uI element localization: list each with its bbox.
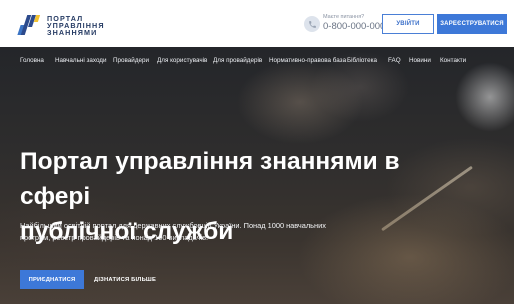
nav-item-for-users[interactable]: Для користувачів bbox=[157, 57, 207, 64]
hero-subtitle-line-2: програм, реєстр провайдерів та понад 100… bbox=[20, 233, 209, 242]
portal-logo-icon bbox=[17, 14, 41, 36]
login-button[interactable]: УВІЙТИ bbox=[382, 14, 434, 34]
register-button[interactable]: ЗАРЕЄСТРУВАТИСЯ bbox=[437, 14, 507, 34]
logo-text: ПОРТАЛ УПРАВЛІННЯ ЗНАННЯМИ bbox=[47, 14, 105, 37]
nav-item-library[interactable]: Бібліотека bbox=[347, 57, 377, 64]
site-header: ПОРТАЛ УПРАВЛІННЯ ЗНАННЯМИ Маєте питання… bbox=[0, 0, 514, 47]
nav-item-faq[interactable]: FAQ bbox=[388, 57, 401, 64]
nav-item-events[interactable]: Навчальні заходи bbox=[55, 57, 107, 64]
nav-item-contacts[interactable]: Контакти bbox=[440, 57, 466, 64]
logo-line-3: ЗНАННЯМИ bbox=[47, 27, 98, 37]
phone-icon bbox=[304, 16, 320, 32]
nav-item-legal-base[interactable]: Нормативно-правова база bbox=[269, 57, 346, 64]
phone-question: Маєте питання? bbox=[323, 14, 365, 20]
nav-item-home[interactable]: Головна bbox=[20, 57, 44, 64]
hero-background-light bbox=[455, 62, 514, 132]
nav-item-news[interactable]: Новини bbox=[409, 57, 431, 64]
nav-item-for-providers[interactable]: Для провайдерів bbox=[213, 57, 262, 64]
site-logo[interactable]: ПОРТАЛ УПРАВЛІННЯ ЗНАННЯМИ bbox=[17, 14, 105, 37]
learn-more-link[interactable]: ДІЗНАТИСЯ БІЛЬШЕ bbox=[94, 270, 156, 289]
phone-contact: Маєте питання? 0-800-000-000 bbox=[323, 14, 385, 33]
hero-title-line-1: Портал управління знаннями в сфері bbox=[20, 148, 400, 210]
join-button[interactable]: ПРИЄДНАТИСЯ bbox=[20, 270, 84, 289]
nav-item-providers[interactable]: Провайдери bbox=[113, 57, 149, 64]
phone-number[interactable]: 0-800-000-000 bbox=[323, 21, 385, 33]
hero-subtitle: Найбільший освітній портал для державних… bbox=[20, 220, 390, 244]
hero-subtitle-line-1: Найбільший освітній портал для державних… bbox=[20, 221, 326, 230]
